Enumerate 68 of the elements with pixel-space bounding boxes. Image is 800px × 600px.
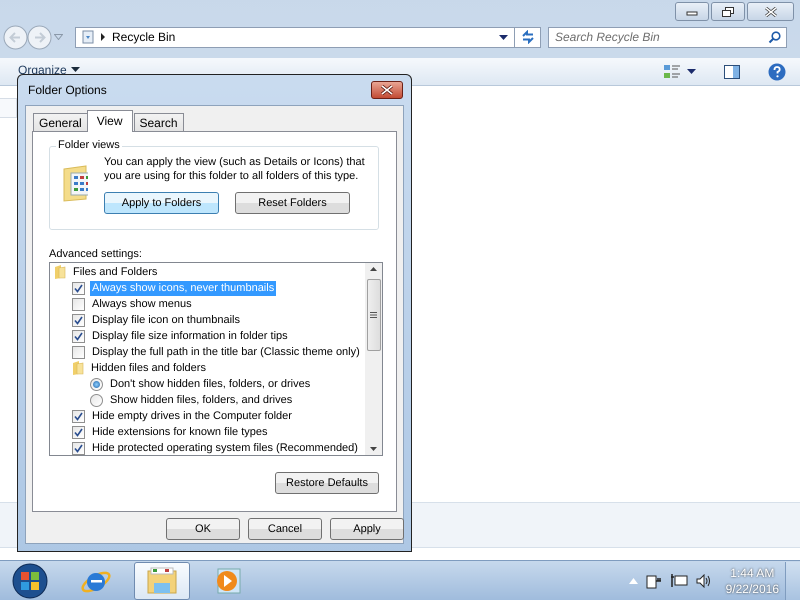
scroll-up-icon[interactable] xyxy=(370,267,377,271)
folder-icon xyxy=(62,165,88,203)
checkbox[interactable] xyxy=(72,410,85,422)
close-icon xyxy=(764,6,778,16)
view-options-icon[interactable] xyxy=(663,64,681,80)
radio-button[interactable] xyxy=(90,394,103,406)
scroll-down-icon[interactable] xyxy=(370,447,377,451)
checkbox[interactable] xyxy=(72,282,85,294)
tab[interactable]: View xyxy=(86,110,132,132)
organize-menu[interactable]: Organize xyxy=(18,62,80,76)
search-icon[interactable] xyxy=(768,30,781,44)
recycle-bin-icon xyxy=(82,30,94,44)
taskbar-button[interactable] xyxy=(134,562,190,600)
close-button[interactable] xyxy=(747,2,794,21)
group-label: Folder views xyxy=(56,139,122,151)
apply-to-folders-button[interactable]: Apply to Folders xyxy=(104,192,219,214)
setting-label[interactable]: Display file size information in folder tips xyxy=(90,328,290,344)
folder-icon xyxy=(146,564,178,596)
minimize-button[interactable] xyxy=(675,2,709,21)
description-text: You can apply the view (such as Details or Icons) that you are using for this folder to all folders of this type. xyxy=(104,155,366,183)
tab[interactable]: Search xyxy=(134,113,184,131)
setting-label[interactable]: Files and Folders xyxy=(71,264,160,280)
checkbox[interactable] xyxy=(72,346,85,358)
checkbox[interactable] xyxy=(72,426,85,438)
setting-label[interactable]: Display file icon on thumbnails xyxy=(90,312,242,328)
caret-icon[interactable] xyxy=(687,69,696,74)
grip-icon xyxy=(370,312,377,318)
checkbox[interactable] xyxy=(72,330,85,342)
radio-button[interactable] xyxy=(90,378,103,390)
setting-label[interactable]: Always show menus xyxy=(90,296,194,312)
cancel-button[interactable]: Cancel xyxy=(248,518,322,540)
network-icon[interactable] xyxy=(670,572,688,588)
setting-label[interactable]: Hide extensions for known file types xyxy=(90,424,270,440)
setting-label[interactable]: Hide protected operating system files (Recommended) xyxy=(90,440,360,455)
volume-icon[interactable] xyxy=(696,574,712,588)
search-field[interactable]: Search Recycle Bin xyxy=(548,26,787,48)
breadcrumb-arrow-icon[interactable] xyxy=(100,33,106,41)
scroll-thumb[interactable] xyxy=(366,279,380,351)
checkbox[interactable] xyxy=(72,298,85,310)
caret-icon xyxy=(70,67,80,72)
dropdown-icon[interactable] xyxy=(499,34,508,40)
restore-icon xyxy=(722,6,734,16)
restore-defaults-button[interactable]: Restore Defaults xyxy=(275,472,379,494)
dialog-title: Folder Options xyxy=(28,83,107,97)
setting-label[interactable]: Display the full path in the title bar (Classic theme only) xyxy=(90,344,362,360)
setting-label[interactable]: Hidden files and folders xyxy=(89,360,208,376)
ok-button[interactable]: OK xyxy=(166,518,240,540)
setting-label[interactable]: Show hidden files, folders, and drives xyxy=(108,392,294,408)
checkbox[interactable] xyxy=(72,442,85,454)
checkbox[interactable] xyxy=(72,314,85,326)
setting-label[interactable]: Don't show hidden files, folders, or drives xyxy=(108,376,312,392)
restore-button[interactable] xyxy=(711,2,745,21)
folder-icon xyxy=(54,265,66,279)
power-icon[interactable] xyxy=(646,572,662,588)
folder-icon xyxy=(72,361,84,375)
address-bar[interactable]: Recycle Bin xyxy=(75,26,515,48)
apply-button[interactable]: Apply xyxy=(330,518,404,540)
refresh-icon xyxy=(520,30,536,44)
close-icon xyxy=(380,85,394,95)
preview-pane-icon[interactable] xyxy=(724,64,740,78)
close-button[interactable] xyxy=(371,81,403,99)
scrollbar[interactable] xyxy=(365,263,382,455)
refresh-button[interactable] xyxy=(515,26,541,48)
reset-folders-button[interactable]: Reset Folders xyxy=(235,192,350,214)
tab[interactable]: General xyxy=(33,113,88,131)
section-label: Advanced settings: xyxy=(49,248,143,260)
help-icon[interactable] xyxy=(768,62,786,80)
setting-label[interactable]: Hide empty drives in the Computer folder xyxy=(90,408,294,424)
